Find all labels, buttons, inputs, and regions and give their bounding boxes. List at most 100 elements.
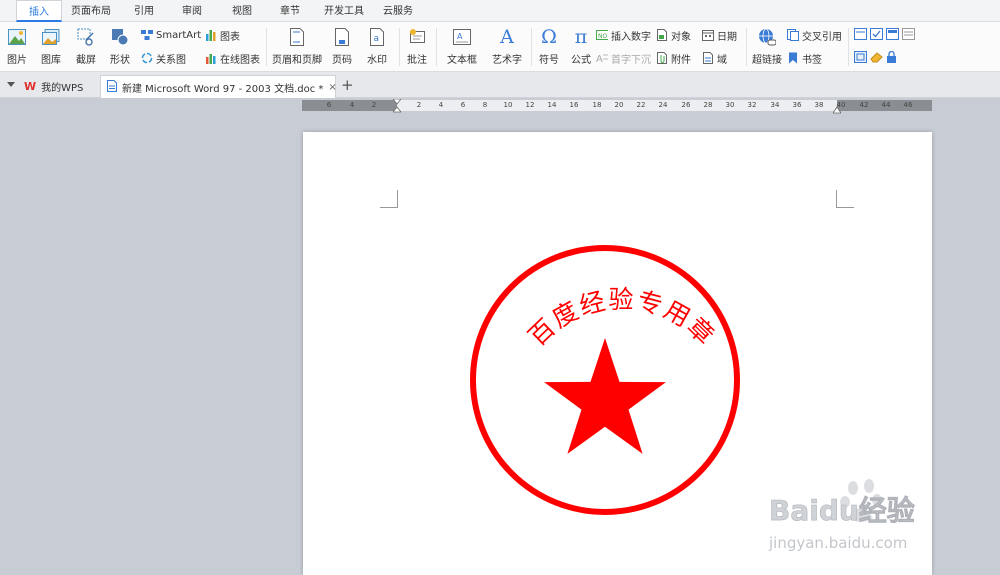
lock-icon[interactable] (886, 50, 897, 66)
omega-icon: Ω (541, 26, 557, 48)
listbox-control-icon[interactable] (902, 28, 915, 43)
new-tab-button[interactable]: + (341, 76, 354, 94)
right-indent-marker[interactable] (832, 104, 842, 114)
ruler-tick: 2 (416, 101, 422, 109)
field-button[interactable]: 域 (702, 51, 727, 66)
tab-list-dropdown-icon[interactable] (7, 82, 15, 87)
menu-tab-cloud[interactable]: 云服务 (378, 0, 418, 22)
page-number-icon (333, 28, 351, 46)
watermark-button[interactable]: a 水印 (360, 22, 394, 66)
screenshot-label: 截屏 (76, 55, 96, 66)
eraser-icon[interactable] (870, 51, 883, 66)
frame-control-icon[interactable] (854, 51, 867, 66)
insert-number-button[interactable]: NO 插入数字 (596, 28, 651, 43)
object-button[interactable]: 对象 (656, 28, 691, 43)
combobox-control-icon[interactable] (886, 28, 899, 43)
ruler-tick: 24 (658, 101, 668, 109)
number-icon: NO (596, 29, 608, 41)
textbox-control-icon[interactable] (854, 28, 867, 43)
ruler-tick: 4 (349, 101, 355, 109)
wordart-button[interactable]: A 艺术字 (485, 22, 529, 66)
bookmark-button[interactable]: 书签 (787, 51, 822, 66)
object-icon (656, 29, 668, 41)
close-icon[interactable]: × (328, 82, 336, 93)
star-icon (544, 338, 666, 454)
date-button[interactable]: 日期 (702, 28, 737, 43)
picture-label: 图片 (7, 55, 27, 66)
header-footer-icon (288, 28, 306, 46)
symbol-button[interactable]: Ω 符号 (532, 22, 566, 66)
cross-reference-button[interactable]: 交叉引用 (787, 28, 842, 43)
tab-my-wps[interactable]: W 我的WPS × (18, 75, 113, 98)
hyperlink-button[interactable]: 超链接 (748, 22, 786, 66)
screenshot-button[interactable]: 截屏 (70, 22, 102, 66)
chart-button[interactable]: 图表 (205, 28, 240, 43)
menu-tab-references[interactable]: 引用 (124, 0, 164, 22)
page-number-button[interactable]: 页码 (326, 22, 358, 66)
seal-text-path: 百度经验专用章 (523, 285, 719, 351)
ruler-tick: 20 (614, 101, 624, 109)
scissors-icon (77, 28, 95, 46)
gallery-button[interactable]: 图库 (36, 22, 66, 66)
tab-current-document[interactable]: 新建 Microsoft Word 97 - 2003 文档.doc * × (100, 75, 337, 98)
ruler-tick: 14 (547, 101, 557, 109)
bookmark-icon (787, 52, 799, 64)
smartart-icon (141, 29, 153, 41)
wordart-label: 艺术字 (492, 55, 522, 66)
ruler-tick: 22 (636, 101, 646, 109)
watermark-brand: Baidu经验 (769, 494, 915, 527)
menu-tab-developer[interactable]: 开发工具 (318, 0, 370, 22)
ruler-tick: 38 (814, 101, 824, 109)
gallery-icon (42, 28, 60, 46)
symbol-label: 符号 (539, 55, 559, 66)
seal-text: 百度经验专用章 (523, 285, 721, 351)
calendar-icon (702, 29, 714, 41)
ribbon-separator (848, 28, 849, 66)
ruler-tick: 6 (460, 101, 466, 109)
smartart-button[interactable]: SmartArt (141, 28, 201, 42)
baidu-watermark: Baidu经验 jingyan.baidu.com (768, 479, 915, 552)
online-chart-icon (205, 52, 217, 64)
menu-tab-insert[interactable]: 插入 (16, 0, 62, 22)
ruler-tick: 8 (482, 101, 488, 109)
cross-reference-icon (787, 29, 799, 41)
shapes-icon (111, 28, 129, 46)
ruler-tick: 18 (592, 101, 602, 109)
wordart-icon: A (500, 26, 514, 48)
pi-icon: π (574, 26, 588, 48)
attachment-button[interactable]: 附件 (656, 51, 691, 66)
relation-chart-button[interactable]: 关系图 (141, 51, 186, 66)
header-footer-button[interactable]: 页眉和页脚 (271, 22, 323, 66)
shapes-button[interactable]: 形状 (104, 22, 136, 66)
checkbox-control-icon[interactable] (870, 28, 883, 43)
relation-icon (141, 52, 153, 64)
ribbon: 图片 图库 截屏 形状 SmartArt 关系图 图表 在线图表 页眉和页脚 页… (0, 22, 1000, 72)
menu-tab-view[interactable]: 视图 (222, 0, 262, 22)
ruler-tick: 2 (371, 101, 377, 109)
comment-icon (408, 28, 426, 46)
online-chart-button[interactable]: 在线图表 (205, 51, 260, 66)
field-icon (702, 52, 714, 64)
menu-tab-review[interactable]: 审阅 (172, 0, 212, 22)
menu-tab-page-layout[interactable]: 页面布局 (66, 0, 116, 22)
svg-text:a: a (374, 34, 380, 44)
formula-button[interactable]: π 公式 (567, 22, 595, 66)
ruler-tick: 26 (681, 101, 691, 109)
horizontal-ruler[interactable]: 6 4 2 2 4 6 8 10 12 14 16 18 20 22 24 26… (302, 98, 932, 114)
bar-chart-icon (205, 29, 217, 41)
menu-tab-chapter[interactable]: 章节 (270, 0, 310, 22)
comment-button[interactable]: 批注 (403, 22, 431, 66)
drop-cap-button[interactable]: A 首字下沉 (596, 51, 651, 66)
ruler-tick: 28 (703, 101, 713, 109)
ruler-tick: 44 (881, 101, 891, 109)
ribbon-separator (266, 28, 267, 66)
picture-button[interactable]: 图片 (2, 22, 32, 66)
ribbon-separator (746, 28, 747, 66)
textbox-button[interactable]: A 文本框 (440, 22, 484, 66)
textbox-icon: A (453, 28, 471, 46)
left-indent-marker[interactable] (392, 98, 402, 113)
ruler-tick: 6 (326, 101, 332, 109)
ruler-tick: 16 (569, 101, 579, 109)
watermark-label: 水印 (367, 55, 387, 66)
ruler-tick: 36 (792, 101, 802, 109)
